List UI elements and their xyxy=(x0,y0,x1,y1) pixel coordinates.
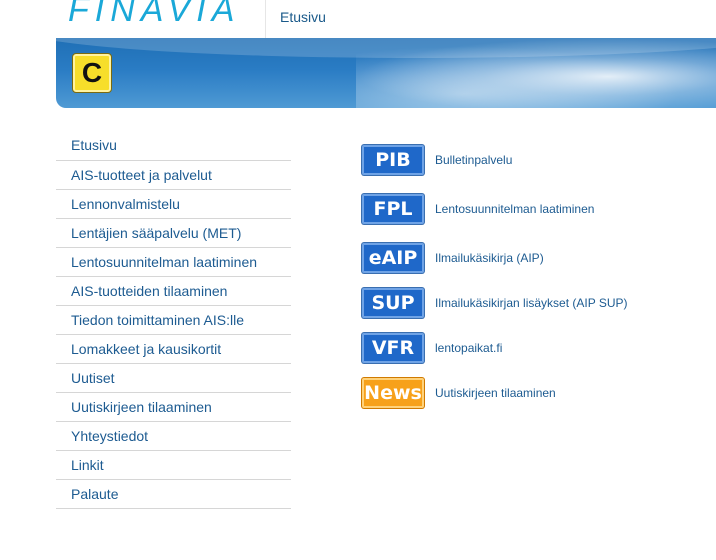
nav-item-lomakkeet[interactable]: Lomakkeet ja kausikortit xyxy=(56,335,291,364)
nav-item-linkit[interactable]: Linkit xyxy=(56,451,291,480)
service-news-label[interactable]: Uutiskirjeen tilaaminen xyxy=(435,378,556,408)
eaip-badge-icon[interactable]: eAIP xyxy=(362,243,424,273)
service-vfr-label[interactable]: lentopaikat.fi xyxy=(435,333,502,363)
nav-item-lentosuunnitelma[interactable]: Lentosuunnitelman laatiminen xyxy=(56,248,291,277)
service-fpl-label[interactable]: Lentosuunnitelman laatiminen xyxy=(435,194,594,224)
nav-item-yhteystiedot[interactable]: Yhteystiedot xyxy=(56,422,291,451)
nav-item-tilaaminen[interactable]: AIS-tuotteiden tilaaminen xyxy=(56,277,291,306)
service-vfr[interactable]: VFR lentopaikat.fi xyxy=(362,333,702,365)
header-banner xyxy=(56,38,716,108)
nav-item-uutiskirje[interactable]: Uutiskirjeen tilaaminen xyxy=(56,393,291,422)
vfr-badge-icon[interactable]: VFR xyxy=(362,333,424,363)
service-news[interactable]: News Uutiskirjeen tilaaminen xyxy=(362,378,702,410)
top-bar: FINAVIA Etusivu xyxy=(0,0,716,38)
nav-item-uutiset[interactable]: Uutiset xyxy=(56,364,291,393)
service-pib[interactable]: PIB Bulletinpalvelu xyxy=(362,145,702,177)
service-pib-label[interactable]: Bulletinpalvelu xyxy=(435,145,512,175)
fpl-badge-icon[interactable]: FPL xyxy=(362,194,424,224)
nav-item-ais-tuotteet[interactable]: AIS-tuotteet ja palvelut xyxy=(56,161,291,190)
service-eaip-label[interactable]: Ilmailukäsikirja (AIP) xyxy=(435,243,544,273)
pib-badge-icon[interactable]: PIB xyxy=(362,145,424,175)
nav-item-lennonvalmistelu[interactable]: Lennonvalmistelu xyxy=(56,190,291,219)
breadcrumb[interactable]: Etusivu xyxy=(280,9,326,25)
banner-clouds xyxy=(356,38,716,108)
finavia-logo[interactable]: FINAVIA xyxy=(68,0,240,24)
header-divider xyxy=(265,0,266,38)
nav-item-palaute[interactable]: Palaute xyxy=(56,480,291,509)
sidebar-nav: Etusivu AIS-tuotteet ja palvelut Lennonv… xyxy=(56,131,291,509)
service-eaip[interactable]: eAIP Ilmailukäsikirja (AIP) xyxy=(362,243,702,275)
news-badge-icon[interactable]: News xyxy=(362,378,424,408)
sup-badge-icon[interactable]: SUP xyxy=(362,288,424,318)
nav-item-etusivu[interactable]: Etusivu xyxy=(56,131,291,161)
service-sup-label[interactable]: Ilmailukäsikirjan lisäykset (AIP SUP) xyxy=(435,288,628,318)
service-sup[interactable]: SUP Ilmailukäsikirjan lisäykset (AIP SUP… xyxy=(362,288,702,320)
service-fpl[interactable]: FPL Lentosuunnitelman laatiminen xyxy=(362,194,702,226)
category-c-icon: C xyxy=(72,53,112,93)
nav-item-met[interactable]: Lentäjien sääpalvelu (MET) xyxy=(56,219,291,248)
nav-item-tiedon-toimittaminen[interactable]: Tiedon toimittaminen AIS:lle xyxy=(56,306,291,335)
